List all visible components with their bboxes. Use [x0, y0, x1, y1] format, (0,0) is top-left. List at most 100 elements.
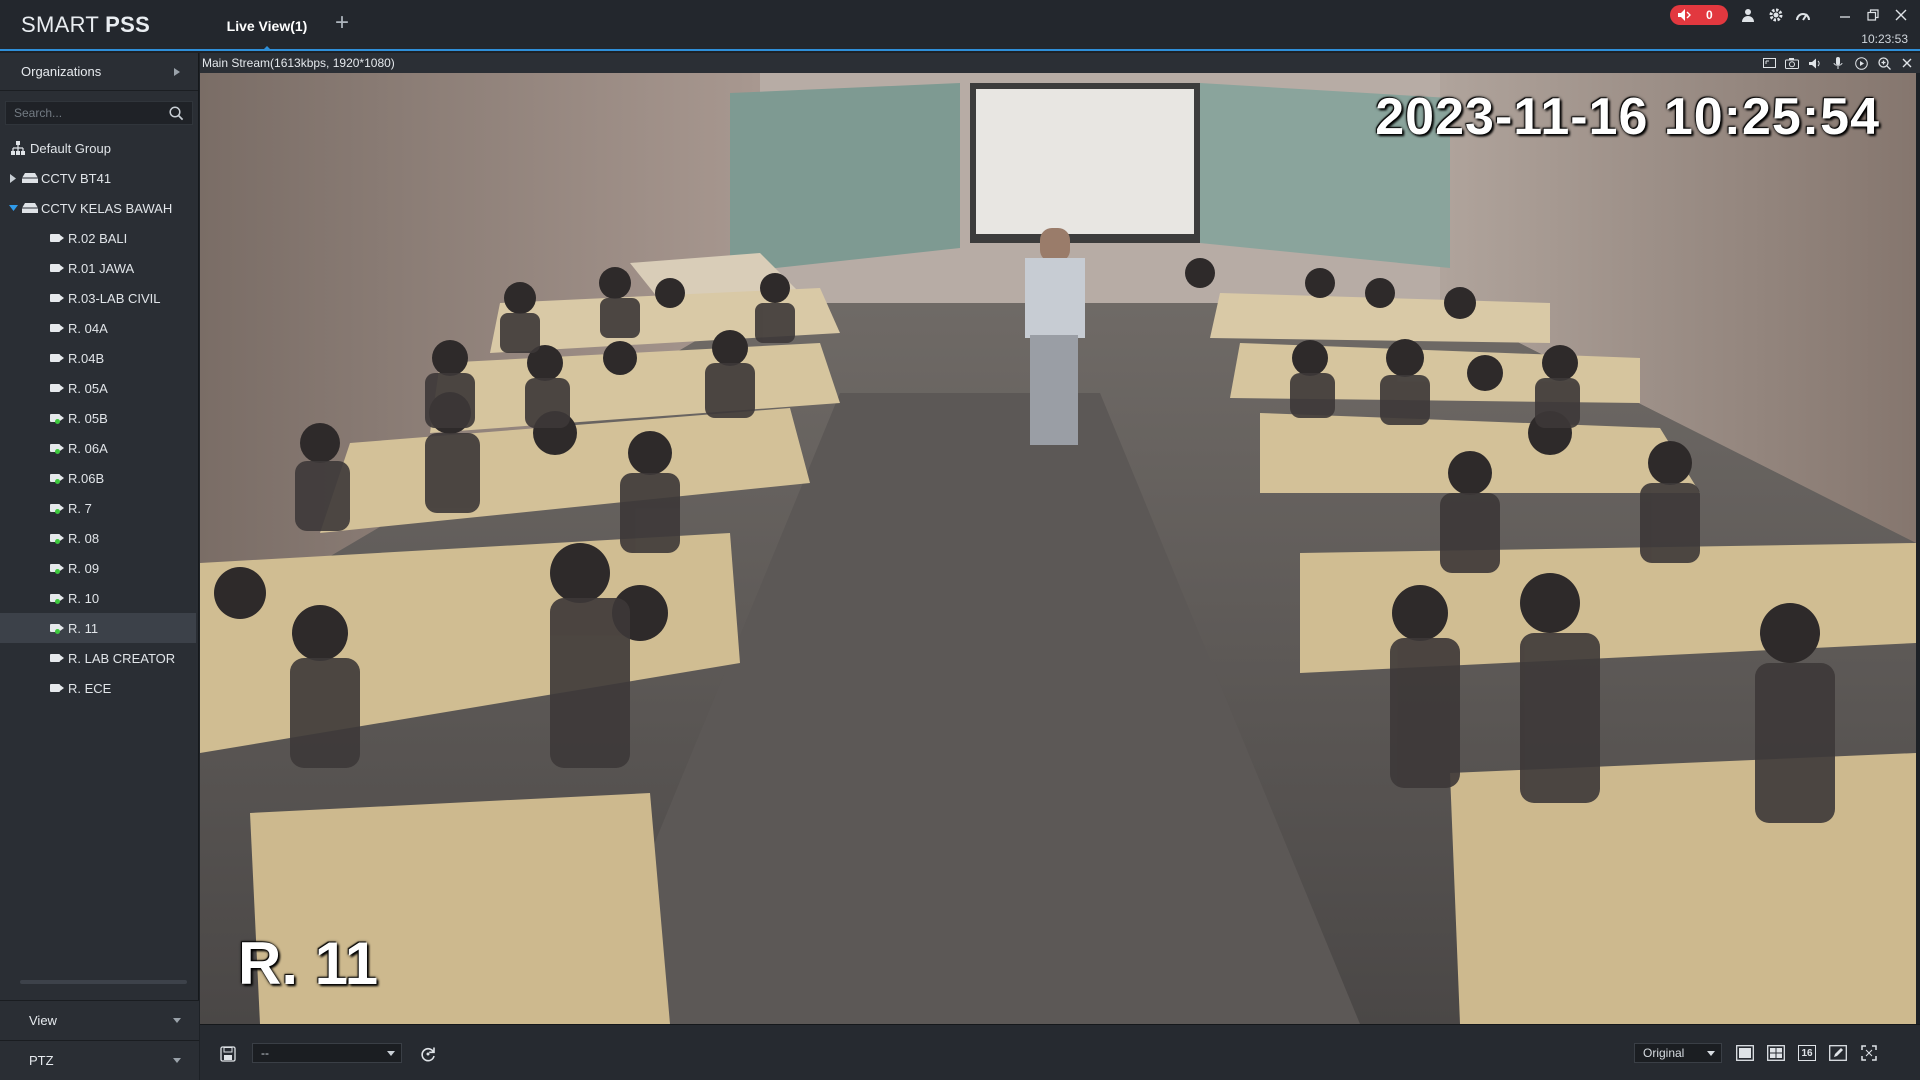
camera-online-icon	[50, 443, 66, 454]
alarm-button[interactable]: 0	[1670, 5, 1728, 25]
close-icon[interactable]	[1891, 5, 1911, 25]
camera-item[interactable]: R.01 JAWA	[0, 253, 199, 283]
camera-item[interactable]: R. 08	[0, 523, 199, 553]
camera-label: R. LAB CREATOR	[68, 650, 176, 666]
camera-item[interactable]: R.02 BALI	[0, 223, 199, 253]
osd-timestamp: 2023-11-16 10:25:54	[1375, 88, 1880, 146]
camera-label: R.02 BALI	[68, 230, 128, 246]
edit-layout-icon[interactable]	[1829, 1044, 1847, 1062]
alarm-count: 0	[1706, 8, 1713, 22]
tree-node-label: CCTV BT41	[41, 170, 112, 186]
camera-online-icon	[50, 503, 66, 514]
collapse-arrow-icon[interactable]	[8, 205, 18, 211]
camera-label: R. 11	[68, 620, 99, 636]
tab-live-view[interactable]: Live View(1)	[202, 0, 332, 51]
gear-icon[interactable]	[1766, 5, 1786, 25]
layout-16-label: 16	[1801, 1047, 1813, 1059]
tree-group-cctv-kelas-bawah[interactable]: CCTV KELAS BAWAH	[0, 193, 199, 223]
microphone-icon[interactable]	[1831, 56, 1845, 70]
minimize-icon[interactable]	[1835, 5, 1855, 25]
sidebar-scrollbar[interactable]	[20, 980, 187, 984]
osd-channel-name: R. 11	[238, 930, 379, 997]
restore-icon[interactable]	[1863, 5, 1883, 25]
camera-label: R. 06A	[68, 440, 108, 456]
camera-item[interactable]: R. 11	[0, 613, 196, 643]
search-icon[interactable]	[169, 105, 184, 121]
camera-label: R.03-LAB CIVIL	[68, 290, 161, 306]
camera-item[interactable]: R. 05B	[0, 403, 199, 433]
close-stream-icon[interactable]	[1900, 56, 1914, 70]
expand-arrow-icon[interactable]	[8, 173, 18, 183]
camera-online-icon	[50, 563, 66, 574]
camera-icon	[50, 383, 66, 393]
camera-icon	[50, 233, 66, 243]
camera-label: R. 08	[68, 530, 100, 546]
camera-label: R.04B	[68, 350, 105, 366]
layout-16-button[interactable]: 16	[1798, 1045, 1816, 1061]
fullscreen-icon[interactable]	[1860, 1044, 1878, 1062]
camera-item[interactable]: R. 06A	[0, 433, 199, 463]
record-play-icon[interactable]	[1854, 56, 1868, 70]
layout-1-icon[interactable]	[1736, 1044, 1754, 1062]
add-tab-button[interactable]: +	[330, 11, 354, 36]
camera-item[interactable]: R. 7	[0, 493, 199, 523]
save-view-icon[interactable]	[220, 1046, 236, 1062]
classroom-camera-image	[200, 73, 1916, 1024]
refresh-icon[interactable]	[419, 1045, 437, 1063]
camera-label: R.01 JAWA	[68, 260, 135, 276]
live-video-feed[interactable]: 2023-11-16 10:25:54 R. 11	[200, 73, 1916, 1024]
camera-icon	[50, 353, 66, 363]
tree-group-cctv-bt41[interactable]: CCTV BT41	[0, 163, 199, 193]
camera-item[interactable]: R.06B	[0, 463, 199, 493]
camera-icon	[50, 323, 66, 333]
view-select[interactable]: --	[252, 1043, 402, 1063]
camera-item[interactable]: R. 09	[0, 553, 199, 583]
search-box	[5, 101, 193, 125]
camera-item[interactable]: R. 04A	[0, 313, 199, 343]
view-label: View	[29, 1013, 57, 1028]
camera-label: R. 09	[68, 560, 100, 576]
tree-node-label: CCTV KELAS BAWAH	[41, 200, 173, 216]
system-clock: 10:23:53	[1861, 32, 1908, 46]
camera-item[interactable]: R.04B	[0, 343, 199, 373]
camera-label: R. 10	[68, 590, 100, 606]
user-icon[interactable]	[1738, 5, 1758, 25]
organizations-header[interactable]: Organizations	[0, 53, 198, 91]
org-tree-icon	[11, 141, 25, 155]
app-logo: SMART PSS	[21, 12, 151, 37]
zoom-in-icon[interactable]	[1877, 56, 1891, 70]
camera-item[interactable]: R. LAB CREATOR	[0, 643, 199, 673]
speaker-icon	[1678, 9, 1691, 21]
camera-label: R. 7	[68, 500, 92, 516]
camera-icon	[50, 263, 66, 273]
ptz-label: PTZ	[29, 1053, 54, 1068]
chevron-down-icon	[173, 1018, 181, 1023]
tree-node-label: Default Group	[30, 140, 111, 156]
camera-online-icon	[50, 413, 66, 424]
camera-online-icon	[50, 593, 66, 604]
chevron-down-icon	[173, 1058, 181, 1063]
nvr-device-icon	[22, 203, 38, 213]
performance-gauge-icon[interactable]	[1793, 5, 1813, 25]
tree-root-default-group[interactable]: Default Group	[0, 133, 199, 163]
bottom-toolbar: -- Original 16	[200, 1024, 1920, 1080]
organizations-label: Organizations	[21, 64, 102, 79]
device-tree: Default Group CCTV BT41 CCTV KELAS BAWAH…	[0, 133, 199, 703]
camera-label: R. 04A	[68, 320, 108, 336]
camera-item[interactable]: R. ECE	[0, 673, 199, 703]
search-input[interactable]	[14, 106, 169, 120]
camera-label: R. 05A	[68, 380, 108, 396]
camera-item[interactable]: R. 10	[0, 583, 199, 613]
nvr-device-icon	[22, 173, 38, 183]
audio-icon[interactable]	[1808, 56, 1822, 70]
aspect-ratio-select[interactable]: Original	[1634, 1043, 1722, 1063]
camera-item[interactable]: R. 05A	[0, 373, 199, 403]
ptz-panel-toggle[interactable]: PTZ	[0, 1040, 199, 1080]
camera-item[interactable]: R.03-LAB CIVIL	[0, 283, 199, 313]
layout-4-icon[interactable]	[1767, 1044, 1785, 1062]
chevron-right-icon	[174, 67, 180, 76]
snapshot-camera-icon[interactable]	[1785, 56, 1799, 70]
aspect-ratio-icon[interactable]	[1762, 56, 1776, 70]
camera-label: R.06B	[68, 470, 105, 486]
view-panel-toggle[interactable]: View	[0, 1000, 199, 1040]
